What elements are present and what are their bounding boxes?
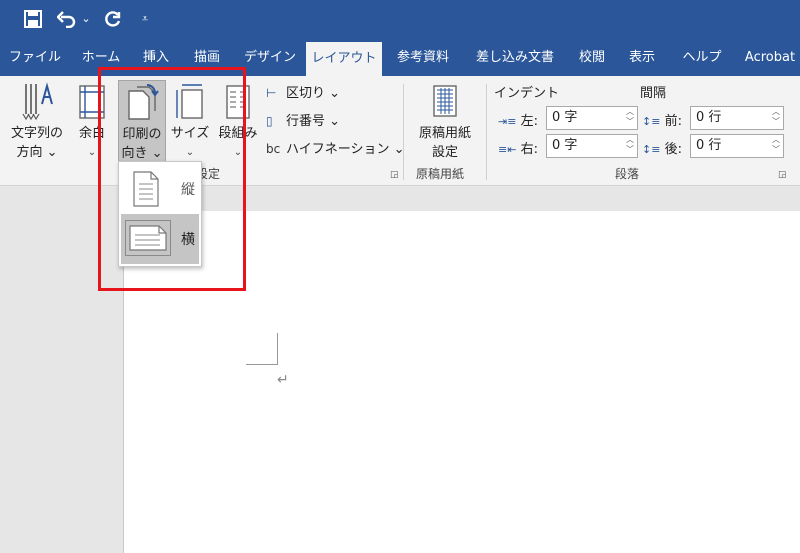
indent-left-icon: ⇥≡ bbox=[498, 115, 517, 128]
hyphenation-icon: bc bbox=[266, 142, 281, 156]
text-direction-icon bbox=[22, 82, 53, 121]
customize-qat-button[interactable]: ⩡ bbox=[138, 6, 152, 32]
hyphenation-label: ハイフネーション ⌄ bbox=[286, 142, 405, 157]
tab-mailings[interactable]: 差し込み文書 bbox=[467, 40, 563, 76]
save-button[interactable] bbox=[20, 6, 46, 32]
tab-acrobat[interactable]: Acrobat bbox=[740, 40, 800, 76]
line-numbers-button[interactable]: ▯ 行番号 ⌄ bbox=[266, 110, 340, 129]
text-direction-button[interactable]: 文字列の 方向 ⌄ bbox=[6, 82, 68, 162]
undo-dropdown[interactable]: ⌄ bbox=[80, 6, 92, 32]
save-icon bbox=[24, 10, 42, 28]
line-numbers-label: 行番号 ⌄ bbox=[286, 114, 341, 129]
quick-access-toolbar: ⌄ ⩡ bbox=[0, 0, 800, 40]
paragraph-group-label: 段落 bbox=[615, 167, 640, 181]
breaks-icon: ⊢ bbox=[266, 86, 277, 100]
genko-settings-button[interactable]: 原稿用紙 設定 bbox=[410, 82, 480, 162]
redo-button[interactable] bbox=[100, 6, 126, 32]
paragraph-launcher-icon[interactable]: ◲ bbox=[778, 170, 787, 180]
text-direction-label-1: 文字列の bbox=[10, 126, 63, 141]
genko-label-2: 設定 bbox=[431, 145, 458, 160]
margin-corner-mark bbox=[277, 333, 278, 365]
spinner-icon[interactable]: ︿ ﹀ bbox=[772, 107, 780, 127]
genko-group-label: 原稿用紙 bbox=[416, 167, 465, 181]
tab-layout[interactable]: レイアウト bbox=[306, 42, 382, 76]
spacing-after-input[interactable]: 0 行 ︿ ﹀ bbox=[690, 134, 784, 158]
tab-review[interactable]: 校閲 bbox=[572, 40, 612, 76]
spinner-icon[interactable]: ︿ ﹀ bbox=[772, 135, 780, 155]
tab-view[interactable]: 表示 bbox=[622, 40, 662, 76]
tab-help[interactable]: ヘルプ bbox=[676, 40, 728, 76]
separator bbox=[486, 84, 487, 180]
indent-title: インデント bbox=[494, 86, 560, 101]
tab-file[interactable]: ファイル bbox=[4, 40, 66, 76]
indent-right-icon: ≡⇤ bbox=[498, 143, 517, 156]
indent-right-label: ≡⇤ 右: bbox=[498, 142, 538, 157]
spacing-before-icon: ↕≡ bbox=[642, 115, 661, 128]
paragraph-mark: ↵ bbox=[277, 372, 289, 388]
separator bbox=[403, 84, 404, 180]
genko-label-1: 原稿用紙 bbox=[418, 126, 471, 141]
tab-references[interactable]: 参考資料 bbox=[390, 40, 456, 76]
spacing-before-input[interactable]: 0 行 ︿ ﹀ bbox=[690, 106, 784, 130]
indent-left-input[interactable]: 0 字 ︿ ﹀ bbox=[546, 106, 638, 130]
line-numbers-icon: ▯ bbox=[266, 114, 273, 128]
breaks-button[interactable]: ⊢ 区切り ⌄ bbox=[266, 82, 340, 101]
breaks-label: 区切り ⌄ bbox=[286, 86, 341, 101]
spacing-after-icon: ↕≡ bbox=[642, 143, 661, 156]
undo-icon bbox=[56, 11, 76, 29]
spacing-after-label: ↕≡ 後: bbox=[642, 142, 682, 157]
spinner-icon[interactable]: ︿ ﹀ bbox=[626, 107, 634, 127]
customize-icon: ⩡ bbox=[141, 12, 149, 25]
spinner-icon[interactable]: ︿ ﹀ bbox=[626, 135, 634, 155]
indent-right-input[interactable]: 0 字 ︿ ﹀ bbox=[546, 134, 638, 158]
indent-left-label: ⇥≡ 左: bbox=[498, 114, 538, 129]
page-setup-launcher-icon[interactable]: ◲ bbox=[390, 170, 399, 180]
undo-button[interactable] bbox=[54, 6, 80, 32]
spacing-title: 間隔 bbox=[640, 86, 667, 101]
text-direction-label-2: 方向 ⌄ bbox=[16, 145, 58, 160]
tab-design[interactable]: デザイン bbox=[238, 40, 302, 76]
hyphenation-button[interactable]: bc ハイフネーション ⌄ bbox=[266, 138, 405, 157]
annotation-highlight bbox=[98, 67, 246, 291]
margin-corner-mark bbox=[246, 364, 278, 365]
genko-icon bbox=[433, 85, 457, 117]
redo-icon bbox=[105, 11, 121, 27]
spacing-before-label: ↕≡ 前: bbox=[642, 114, 682, 129]
